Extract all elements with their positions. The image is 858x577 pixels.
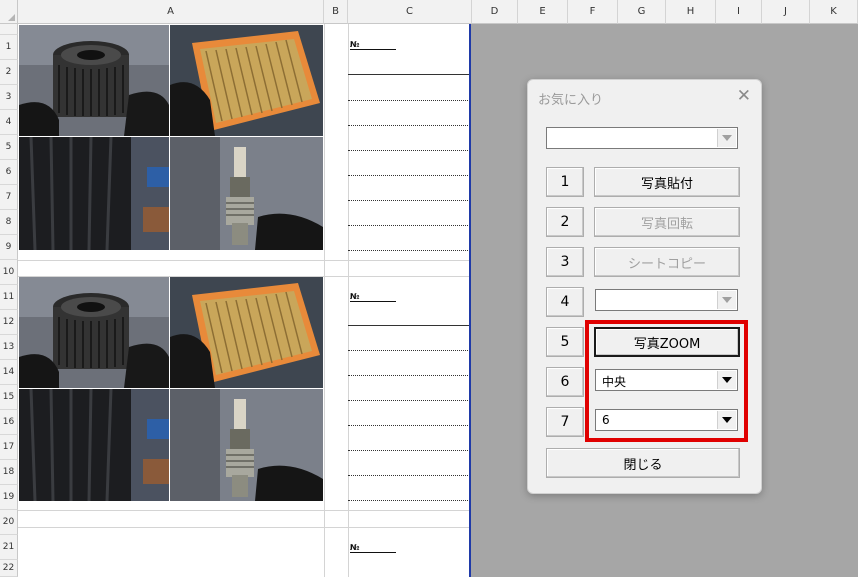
underline — [348, 74, 470, 75]
print-area-border — [469, 24, 471, 577]
paste-photo-button[interactable]: 写真貼付 — [594, 167, 740, 197]
column-header-i[interactable]: I — [716, 0, 762, 24]
row-header-7[interactable]: 7 — [0, 185, 18, 210]
spark-plug-photo[interactable] — [170, 137, 323, 250]
air-filter-photo[interactable] — [170, 25, 323, 136]
dotted-line — [348, 100, 470, 101]
oil-filter-photo[interactable] — [19, 277, 169, 388]
no-label: № — [350, 543, 396, 553]
gridline — [18, 510, 470, 511]
underline — [348, 325, 470, 326]
row-header-22[interactable]: 22 — [0, 560, 18, 577]
oil-filter-photo[interactable] — [19, 25, 169, 136]
number-button-6[interactable]: 6 — [546, 367, 584, 397]
dotted-line — [348, 450, 470, 451]
row-header-12[interactable]: 12 — [0, 310, 18, 335]
dotted-line — [348, 225, 470, 226]
dotted-line — [348, 400, 470, 401]
row-header-16[interactable]: 16 — [0, 410, 18, 435]
dotted-line — [348, 475, 470, 476]
row-header-6[interactable]: 6 — [0, 160, 18, 185]
number-button-4[interactable]: 4 — [546, 287, 584, 317]
row-header-4[interactable]: 4 — [0, 110, 18, 135]
highlight-box — [585, 320, 748, 442]
number-button-1[interactable]: 1 — [546, 167, 584, 197]
column-header-e[interactable]: E — [518, 0, 568, 24]
no-label: № — [350, 40, 396, 50]
row-header-20[interactable]: 20 — [0, 510, 18, 535]
close-button[interactable]: 閉じる — [546, 448, 740, 478]
column-header-b[interactable]: B — [324, 0, 348, 24]
row-header-1[interactable]: 1 — [0, 35, 18, 60]
gridline — [18, 260, 470, 261]
gridline — [324, 24, 325, 577]
select-all-corner[interactable] — [0, 0, 18, 24]
number-button-3[interactable]: 3 — [546, 247, 584, 277]
close-icon[interactable]: ✕ — [737, 86, 751, 106]
column-header-k[interactable]: K — [810, 0, 858, 24]
favorites-combo[interactable] — [546, 127, 738, 149]
dotted-line — [348, 200, 470, 201]
spark-plug-photo[interactable] — [170, 389, 323, 501]
column-header-d[interactable]: D — [472, 0, 518, 24]
number-button-2[interactable]: 2 — [546, 207, 584, 237]
no-label: № — [350, 292, 396, 302]
tire-photo[interactable] — [19, 389, 169, 501]
row-header-2[interactable]: 2 — [0, 60, 18, 85]
column-header-g[interactable]: G — [618, 0, 666, 24]
row-header-3[interactable]: 3 — [0, 85, 18, 110]
row-header-18[interactable]: 18 — [0, 460, 18, 485]
row-header-5[interactable]: 5 — [0, 135, 18, 160]
dialog-title: お気に入り — [538, 93, 604, 108]
chevron-down-icon[interactable] — [717, 291, 736, 309]
row-header-11[interactable]: 11 — [0, 285, 18, 310]
tire-photo[interactable] — [19, 137, 169, 250]
dotted-line — [348, 350, 470, 351]
row-header-15[interactable]: 15 — [0, 385, 18, 410]
chevron-down-icon[interactable] — [717, 129, 736, 147]
column-header-a[interactable]: A — [18, 0, 324, 24]
column-header-h[interactable]: H — [666, 0, 716, 24]
row-header-10[interactable]: 10 — [0, 260, 18, 285]
column-header-j[interactable]: J — [762, 0, 810, 24]
row-header-14[interactable]: 14 — [0, 360, 18, 385]
dotted-line — [348, 250, 470, 251]
row-header-9[interactable]: 9 — [0, 235, 18, 260]
option-combo-4[interactable] — [595, 289, 738, 311]
dotted-line — [348, 125, 470, 126]
gridline — [348, 24, 349, 577]
column-header-f[interactable]: F — [568, 0, 618, 24]
row-header-21[interactable]: 21 — [0, 535, 18, 560]
row-header-19[interactable]: 19 — [0, 485, 18, 510]
dotted-line — [348, 500, 470, 501]
row-header-13[interactable]: 13 — [0, 335, 18, 360]
gridline — [18, 527, 470, 528]
number-button-5[interactable]: 5 — [546, 327, 584, 357]
dotted-line — [348, 150, 470, 151]
row-header-top-pad — [0, 24, 18, 35]
column-header-c[interactable]: C — [348, 0, 472, 24]
air-filter-photo[interactable] — [170, 277, 323, 388]
number-button-7[interactable]: 7 — [546, 407, 584, 437]
dotted-line — [348, 425, 470, 426]
rotate-photo-button[interactable]: 写真回転 — [594, 207, 740, 237]
row-header-8[interactable]: 8 — [0, 210, 18, 235]
dotted-line — [348, 175, 470, 176]
row-header-17[interactable]: 17 — [0, 435, 18, 460]
dotted-line — [348, 375, 470, 376]
sheet-copy-button[interactable]: シートコピー — [594, 247, 740, 277]
